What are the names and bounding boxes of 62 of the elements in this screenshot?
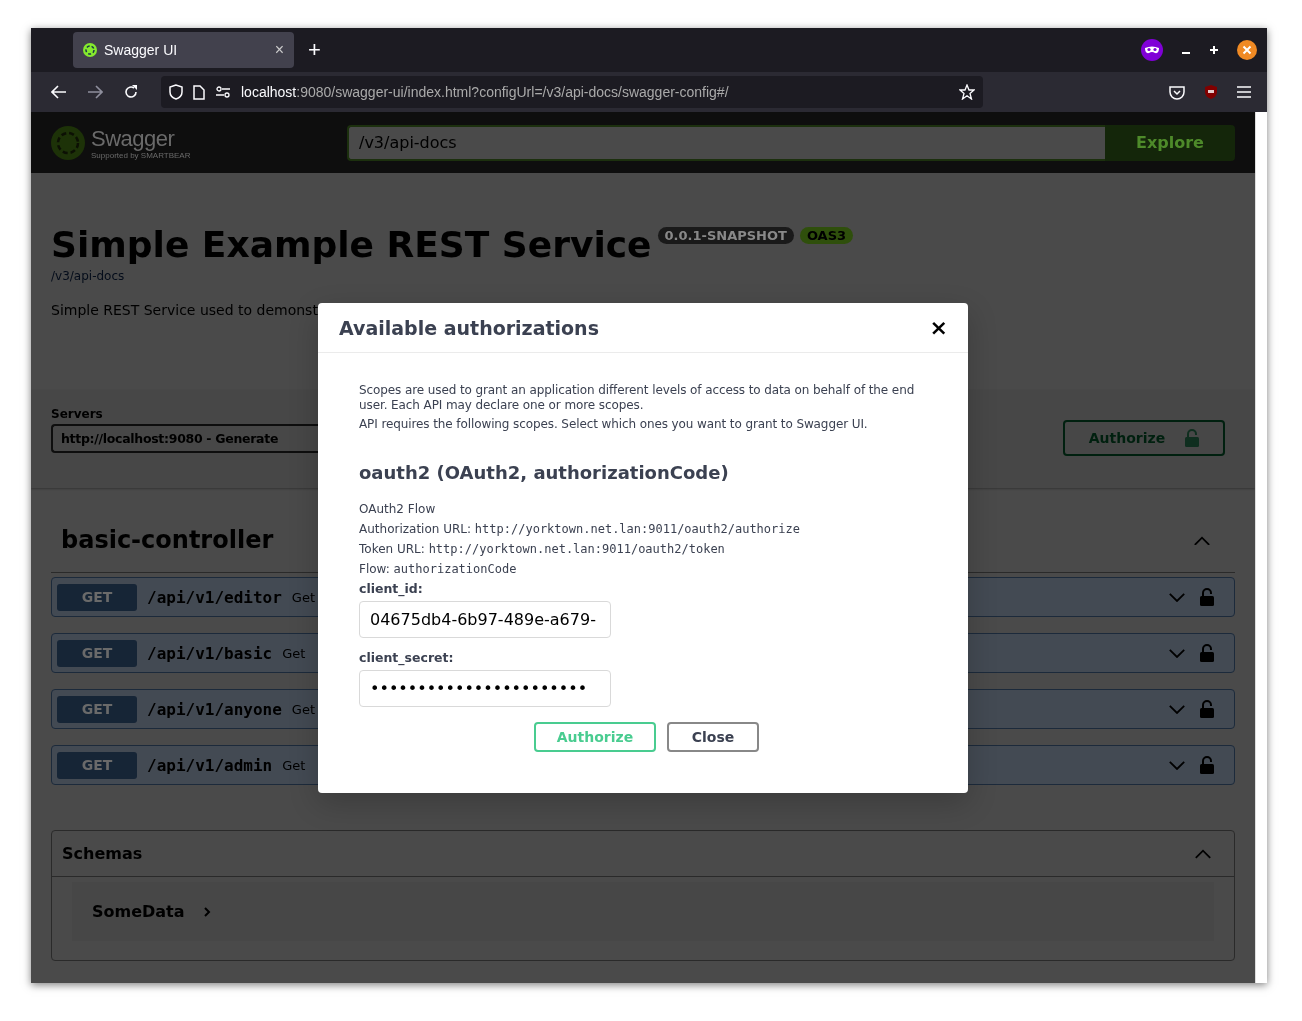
servers-label: Servers [51, 407, 104, 421]
schemas-title[interactable]: Schemas [62, 844, 1194, 863]
operation-summary: Get [282, 645, 306, 661]
api-title: Simple Example REST Service [51, 223, 652, 267]
shield-extension-icon[interactable] [1203, 84, 1219, 100]
logo-subtitle: Supported by SMARTBEAR [91, 150, 191, 160]
shield-icon[interactable] [169, 84, 183, 100]
operation-path: /api/v1/anyone [147, 699, 282, 719]
model-name: SomeData [92, 902, 185, 921]
pocket-icon[interactable] [1169, 84, 1185, 100]
operation-summary: Get [291, 701, 316, 717]
field-label: client_secret: [359, 650, 455, 665]
method-badge: GET [57, 639, 137, 667]
authorize-button[interactable]: Authorize [534, 722, 656, 752]
menu-icon[interactable] [1237, 86, 1251, 98]
permissions-icon[interactable] [215, 86, 231, 98]
operation-path: /api/v1/admin [147, 755, 273, 775]
spec-url-field[interactable]: /v3/api-docs [347, 124, 1105, 161]
operation-path: /api/v1/editor [147, 587, 282, 607]
reload-icon[interactable] [123, 84, 139, 100]
url-text: localhost:9080/swagger-ui/index.html?configUrl=/v3/api-docs/swagger-config#/ [241, 84, 730, 100]
method-badge: GET [57, 583, 137, 611]
flow-title: OAuth2 Flow [359, 501, 437, 518]
input-field[interactable]: 04675db4-6b97-489e-a679- [359, 601, 611, 638]
forward-icon[interactable] [87, 85, 103, 99]
flow-detail: Flow: authorizationCode [359, 561, 518, 578]
scrollbar[interactable] [1255, 112, 1267, 983]
page-icon[interactable] [193, 84, 205, 100]
scopes-description: API requires the following scopes. Select which ones you want to grant to Swagger UI. [359, 417, 869, 432]
flow-detail: Token URL: http://yorktown.net.lan:9011/oauth2/token [359, 541, 726, 558]
lock-icon [1185, 429, 1200, 447]
close-button[interactable]: Close [667, 722, 759, 752]
logo-text: Swagger [91, 125, 175, 151]
maximize-icon[interactable] [1209, 45, 1219, 55]
operation-path: /api/v1/basic [147, 643, 273, 663]
browser-tab[interactable]: Swagger UI × [73, 32, 294, 68]
star-icon[interactable] [959, 84, 975, 100]
method-badge: GET [57, 695, 137, 723]
swagger-logo-icon [83, 43, 97, 57]
field-label: client_id: [359, 581, 424, 596]
close-tab-button[interactable]: × [274, 41, 284, 59]
method-badge: GET [57, 751, 137, 779]
api-description: Simple REST Service used to demonst [51, 302, 319, 318]
input-field[interactable]: ••••••••••••••••••••••• [359, 670, 611, 707]
operation-summary: Get [291, 589, 316, 605]
close-button[interactable]: × [929, 316, 948, 339]
close-window-icon[interactable] [1237, 40, 1257, 60]
server-select[interactable]: http://localhost:9080 - Generate [51, 424, 318, 453]
scopes-description: Scopes are used to grant an application different levels of access to data on behalf of the end user. Each API may declare one or more scopes. [359, 383, 916, 413]
modal-title: Available authorizations [339, 316, 600, 339]
swagger-logo-icon [51, 125, 85, 160]
address-bar[interactable]: localhost:9080/swagger-ui/index.html?configUrl=/v3/api-docs/swagger-config#/ [161, 76, 983, 108]
spec-link[interactable]: /v3/api-docs [51, 269, 1235, 283]
back-icon[interactable] [51, 85, 67, 99]
private-mask-icon [1141, 39, 1163, 61]
operation-summary: Get [282, 757, 306, 773]
oas-badge: OAS3 [799, 227, 854, 244]
new-tab-button[interactable]: + [308, 39, 321, 61]
scheme-heading: oauth2 (OAuth2, authorizationCode) [359, 462, 730, 483]
version-badge: 0.0.1-SNAPSHOT [657, 227, 794, 244]
flow-detail: Authorization URL: http://yorktown.net.lan:9011/oauth2/authorize [359, 521, 801, 538]
explore-button[interactable]: Explore [1105, 124, 1235, 161]
